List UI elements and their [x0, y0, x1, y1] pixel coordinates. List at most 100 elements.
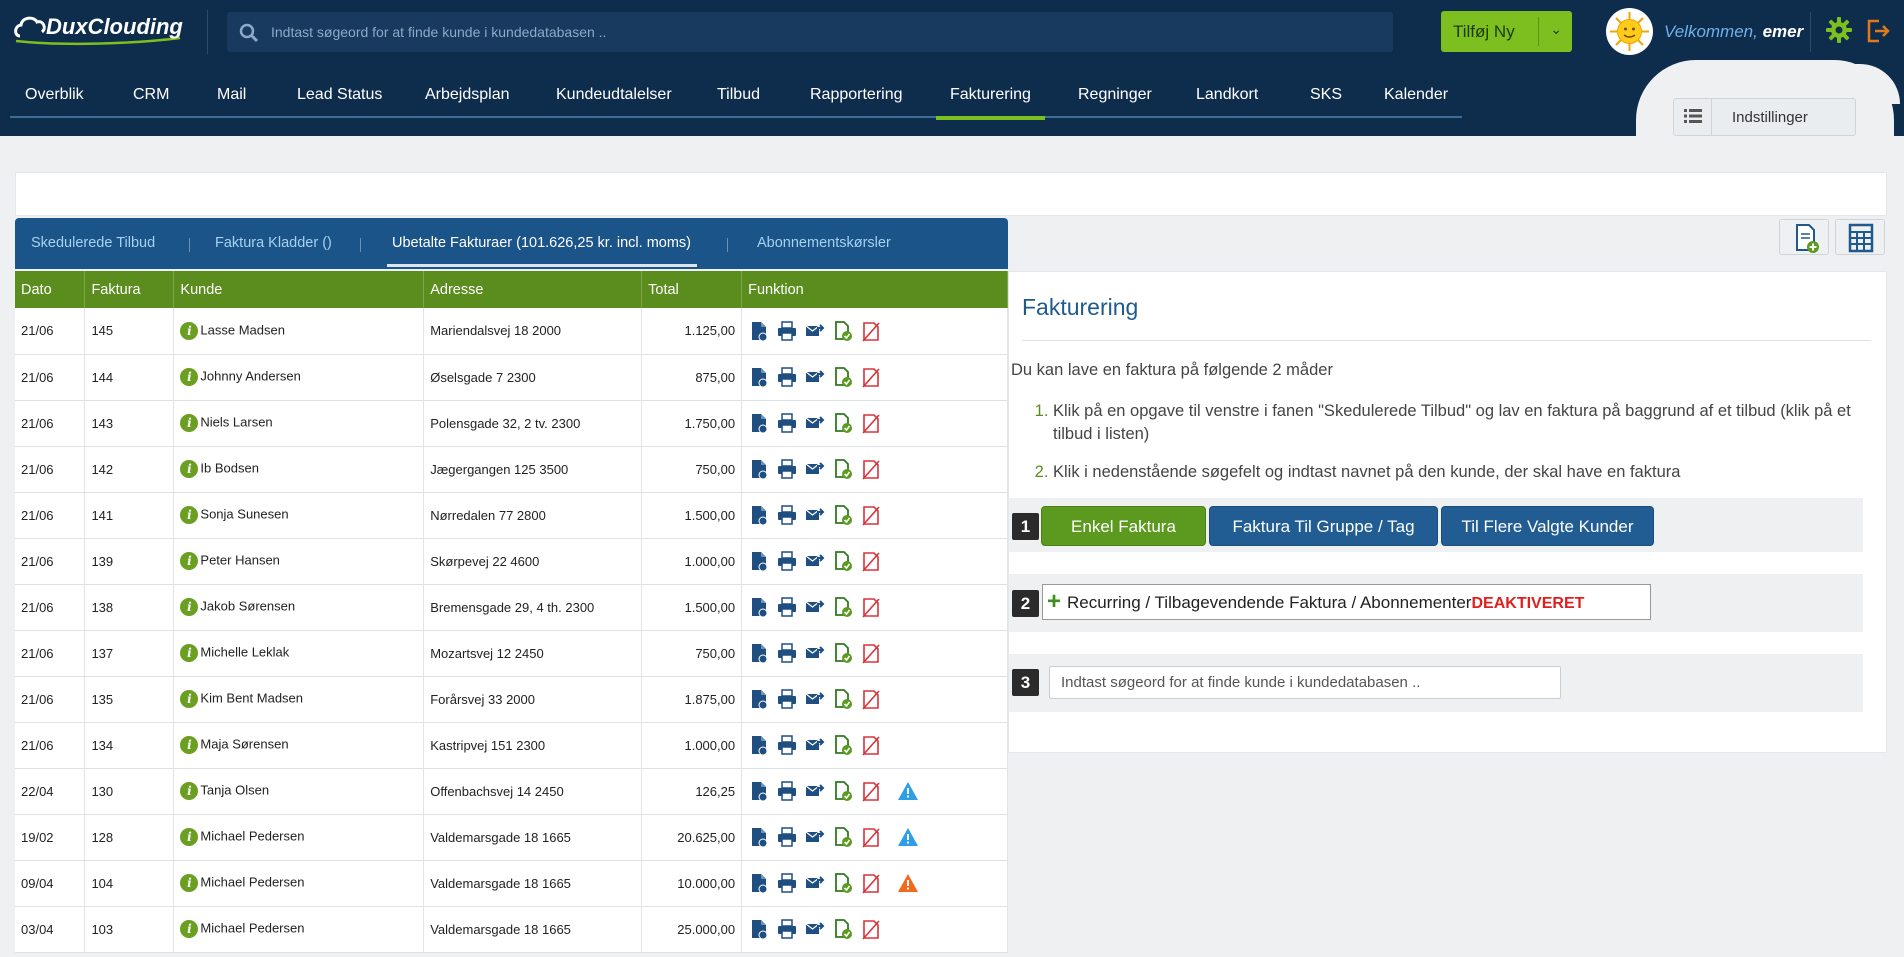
- customer-name[interactable]: Niels Larsen: [200, 414, 272, 429]
- mark-paid-icon[interactable]: [832, 458, 854, 480]
- nav-item-crm[interactable]: CRM: [133, 86, 169, 104]
- send-mail-icon[interactable]: [804, 734, 826, 756]
- credit-note-icon[interactable]: [860, 550, 882, 572]
- credit-note-icon[interactable]: [860, 366, 882, 388]
- table-row[interactable]: 21/06 135 i Kim Bent Madsen Forårsvej 33 200…: [15, 676, 1008, 723]
- info-icon[interactable]: i: [180, 782, 199, 800]
- nav-item-sks[interactable]: SKS: [1310, 86, 1342, 104]
- send-mail-icon[interactable]: [804, 458, 826, 480]
- info-icon[interactable]: i: [180, 414, 199, 432]
- info-icon[interactable]: i: [180, 321, 199, 340]
- settings-button[interactable]: Indstillinger: [1673, 98, 1856, 136]
- view-invoice-icon[interactable]: [748, 504, 770, 526]
- credit-note-icon[interactable]: [860, 504, 882, 526]
- gear-icon[interactable]: [1825, 16, 1853, 49]
- mark-paid-icon[interactable]: [832, 320, 854, 342]
- avatar[interactable]: [1606, 8, 1653, 55]
- table-row[interactable]: 21/06 143 i Niels Larsen Polensgade 32, 2 tv…: [15, 400, 1008, 447]
- send-mail-icon[interactable]: [804, 688, 826, 710]
- nav-item-landkort[interactable]: Landkort: [1196, 86, 1258, 104]
- mark-paid-icon[interactable]: [832, 504, 854, 526]
- logo[interactable]: DuxClouding: [12, 8, 194, 48]
- mark-paid-icon[interactable]: [832, 366, 854, 388]
- mark-paid-icon[interactable]: [832, 918, 854, 940]
- send-mail-icon[interactable]: [804, 320, 826, 342]
- credit-note-icon[interactable]: [860, 688, 882, 710]
- print-icon[interactable]: [776, 734, 798, 756]
- view-invoice-icon[interactable]: [748, 550, 770, 572]
- info-icon[interactable]: i: [180, 552, 199, 570]
- warning-icon[interactable]: [896, 780, 919, 802]
- info-icon[interactable]: i: [180, 690, 199, 708]
- mark-paid-icon[interactable]: [832, 872, 854, 894]
- print-icon[interactable]: [776, 366, 798, 388]
- print-icon[interactable]: [776, 642, 798, 664]
- send-mail-icon[interactable]: [804, 918, 826, 940]
- table-row[interactable]: 21/06 138 i Jakob Sørensen Bremensgade 29, 4…: [15, 584, 1008, 631]
- view-invoice-icon[interactable]: [748, 688, 770, 710]
- alert-icon[interactable]: [896, 872, 919, 894]
- info-icon[interactable]: i: [180, 506, 199, 524]
- view-invoice-icon[interactable]: [748, 780, 770, 802]
- info-icon[interactable]: i: [180, 920, 199, 938]
- customer-name[interactable]: Tanja Olsen: [200, 782, 269, 797]
- column-header-adresse[interactable]: Adresse: [423, 271, 643, 308]
- column-header-kunde[interactable]: Kunde: [173, 271, 425, 308]
- info-icon[interactable]: i: [180, 598, 199, 616]
- new-document-button[interactable]: [1779, 219, 1829, 255]
- print-icon[interactable]: [776, 504, 798, 526]
- column-header-faktura[interactable]: Faktura: [84, 271, 175, 308]
- print-icon[interactable]: [776, 412, 798, 434]
- table-row[interactable]: 21/06 137 i Michelle Leklak Mozartsvej 12 24…: [15, 630, 1008, 677]
- customer-name[interactable]: Michelle Leklak: [200, 644, 289, 659]
- customer-name[interactable]: Sonja Sunesen: [200, 506, 288, 521]
- nav-item-overblik[interactable]: Overblik: [25, 86, 84, 104]
- table-row[interactable]: 21/06 139 i Peter Hansen Skørpevej 22 4600 1.…: [15, 538, 1008, 585]
- info-icon[interactable]: i: [180, 736, 199, 754]
- nav-item-arbejdsplan[interactable]: Arbejdsplan: [425, 86, 510, 104]
- print-icon[interactable]: [776, 872, 798, 894]
- nav-item-regninger[interactable]: Regninger: [1078, 86, 1152, 104]
- send-mail-icon[interactable]: [804, 596, 826, 618]
- table-row[interactable]: 21/06 134 i Maja Sørensen Kastripvej 151 230…: [15, 722, 1008, 769]
- send-mail-icon[interactable]: [804, 550, 826, 572]
- nav-item-rapportering[interactable]: Rapportering: [810, 86, 903, 104]
- table-row[interactable]: 03/04 103 i Michael Pedersen Valdemarsgade 1…: [15, 906, 1008, 953]
- credit-note-icon[interactable]: [860, 412, 882, 434]
- send-mail-icon[interactable]: [804, 872, 826, 894]
- tab-ubetalte-fakturaer[interactable]: Ubetalte Fakturaer (101.626,25 kr. incl.…: [387, 235, 697, 267]
- calculator-button[interactable]: [1835, 219, 1885, 255]
- view-invoice-icon[interactable]: [748, 826, 770, 848]
- recurring-invoice-button[interactable]: + Recurring / Tilbagevendende Faktura / …: [1042, 584, 1651, 620]
- multi-customer-invoice-button[interactable]: Til Flere Valgte Kunder: [1441, 506, 1654, 546]
- column-header-total[interactable]: Total: [641, 271, 743, 308]
- view-invoice-icon[interactable]: [748, 366, 770, 388]
- customer-name[interactable]: Peter Hansen: [200, 552, 280, 567]
- credit-note-icon[interactable]: [860, 872, 882, 894]
- customer-name[interactable]: Lasse Madsen: [200, 322, 285, 337]
- table-row[interactable]: 09/04 104 i Michael Pedersen Valdemarsgade 1…: [15, 860, 1008, 907]
- nav-item-fakturering[interactable]: Fakturering: [936, 86, 1045, 120]
- customer-name[interactable]: Michael Pedersen: [200, 874, 304, 889]
- info-icon[interactable]: i: [180, 828, 199, 846]
- print-icon[interactable]: [776, 826, 798, 848]
- print-icon[interactable]: [776, 550, 798, 572]
- column-header-dato[interactable]: Dato: [15, 271, 86, 308]
- nav-item-kundeudtalelser[interactable]: Kundeudtalelser: [556, 86, 672, 104]
- customer-name[interactable]: Ib Bodsen: [200, 460, 259, 475]
- credit-note-icon[interactable]: [860, 734, 882, 756]
- info-icon[interactable]: i: [180, 368, 199, 386]
- table-row[interactable]: 21/06 142 i Ib Bodsen Jægergangen 125 3500 75…: [15, 446, 1008, 493]
- print-icon[interactable]: [776, 918, 798, 940]
- print-icon[interactable]: [776, 596, 798, 618]
- mark-paid-icon[interactable]: [832, 826, 854, 848]
- customer-name[interactable]: Michael Pedersen: [200, 920, 304, 935]
- mark-paid-icon[interactable]: [832, 596, 854, 618]
- mark-paid-icon[interactable]: [832, 642, 854, 664]
- mark-paid-icon[interactable]: [832, 780, 854, 802]
- view-invoice-icon[interactable]: [748, 320, 770, 342]
- info-icon[interactable]: i: [180, 874, 199, 892]
- mark-paid-icon[interactable]: [832, 734, 854, 756]
- credit-note-icon[interactable]: [860, 642, 882, 664]
- view-invoice-icon[interactable]: [748, 458, 770, 480]
